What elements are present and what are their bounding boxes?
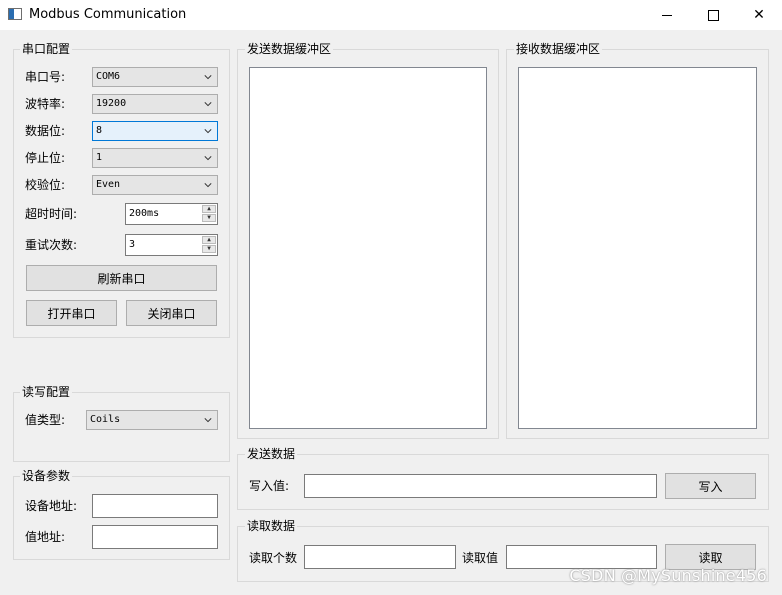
device-params-title: 设备参数 <box>20 469 73 483</box>
send-data-title: 发送数据 <box>245 447 298 461</box>
chevron-down-icon <box>204 102 212 107</box>
chevron-down-icon <box>204 75 212 80</box>
close-port-button[interactable]: 关闭串口 <box>126 300 217 326</box>
write-button[interactable]: 写入 <box>665 473 756 499</box>
chevron-down-icon <box>204 156 212 161</box>
open-port-button[interactable]: 打开串口 <box>26 300 117 326</box>
retry-label: 重试次数: <box>25 238 78 252</box>
baud-label: 波特率: <box>25 97 66 111</box>
databits-value: 8 <box>96 125 103 136</box>
send-buffer-title: 发送数据缓冲区 <box>245 42 334 56</box>
device-address-label: 设备地址: <box>25 499 78 513</box>
close-icon: ✕ <box>753 7 765 23</box>
baud-combo[interactable]: 19200 <box>92 94 218 114</box>
port-label: 串口号: <box>25 70 66 84</box>
title-bar: Modbus Communication ✕ <box>0 0 782 30</box>
send-buffer-textarea[interactable] <box>249 67 487 429</box>
receive-buffer-textarea[interactable] <box>518 67 757 429</box>
value-address-input[interactable] <box>92 525 218 549</box>
write-value-input[interactable] <box>304 474 657 498</box>
databits-combo[interactable]: 8 <box>92 121 218 141</box>
timeout-label: 超时时间: <box>25 207 78 221</box>
serial-config-title: 串口配置 <box>20 42 73 56</box>
databits-label: 数据位: <box>25 124 66 138</box>
read-data-title: 读取数据 <box>245 519 298 533</box>
device-address-input[interactable] <box>92 494 218 518</box>
maximize-icon <box>707 9 719 21</box>
port-combo[interactable]: COM6 <box>92 67 218 87</box>
parity-label: 校验位: <box>25 178 66 192</box>
minimize-button[interactable] <box>644 0 690 30</box>
app-icon <box>8 8 22 20</box>
refresh-port-button[interactable]: 刷新串口 <box>26 265 217 291</box>
retry-value: 3 <box>129 239 136 250</box>
value-type-combo[interactable]: Coils <box>86 410 218 430</box>
close-window-button[interactable]: ✕ <box>736 0 782 30</box>
read-count-input[interactable] <box>304 545 456 569</box>
spin-down-icon[interactable]: ▼ <box>202 245 216 253</box>
receive-buffer-title: 接收数据缓冲区 <box>514 42 603 56</box>
value-type-label: 值类型: <box>25 413 66 427</box>
chevron-down-icon <box>204 129 212 134</box>
timeout-spinbox[interactable]: 200ms ▲ ▼ <box>125 203 218 225</box>
stopbits-combo[interactable]: 1 <box>92 148 218 168</box>
chevron-down-icon <box>204 183 212 188</box>
read-count-label: 读取个数 <box>249 551 298 565</box>
maximize-button[interactable] <box>690 0 736 30</box>
retry-spinbox[interactable]: 3 ▲ ▼ <box>125 234 218 256</box>
watermark: CSDN @MySunshine456 <box>569 566 767 585</box>
spin-down-icon[interactable]: ▼ <box>202 214 216 222</box>
stopbits-label: 停止位: <box>25 151 66 165</box>
timeout-value: 200ms <box>129 208 160 219</box>
window-title: Modbus Communication <box>29 7 187 22</box>
parity-value: Even <box>96 179 121 190</box>
baud-value: 19200 <box>96 98 127 109</box>
minimize-icon <box>662 14 672 16</box>
parity-combo[interactable]: Even <box>92 175 218 195</box>
rw-config-title: 读写配置 <box>20 385 73 399</box>
read-value-label: 读取值 <box>462 551 499 565</box>
spin-up-icon[interactable]: ▲ <box>202 236 216 244</box>
write-value-label: 写入值: <box>249 479 290 493</box>
value-type-value: Coils <box>90 414 121 425</box>
port-value: COM6 <box>96 71 121 82</box>
value-address-label: 值地址: <box>25 530 66 544</box>
chevron-down-icon <box>204 418 212 423</box>
spin-up-icon[interactable]: ▲ <box>202 205 216 213</box>
stopbits-value: 1 <box>96 152 103 163</box>
